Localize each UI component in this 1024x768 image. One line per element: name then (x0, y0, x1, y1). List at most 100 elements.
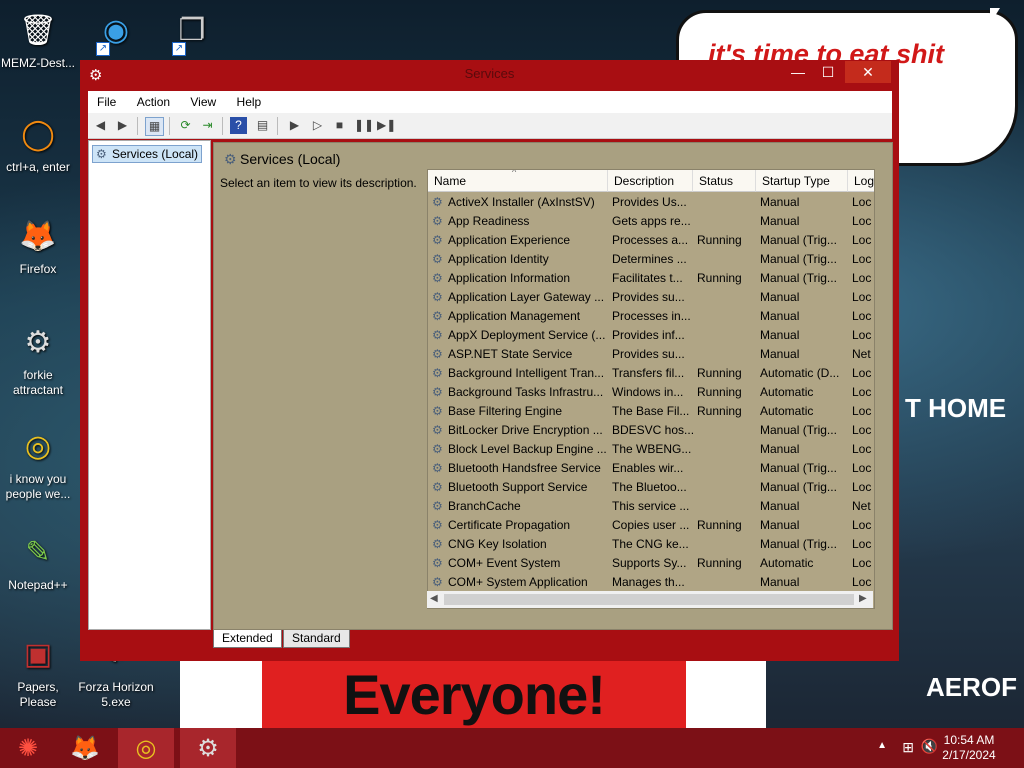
service-startup-type: Manual (Trig... (760, 271, 837, 285)
maximize-button[interactable]: ☐ (813, 61, 843, 83)
taskbar-firefox[interactable]: 🦊 (57, 728, 113, 768)
table-row[interactable]: ⚙ App Readiness Gets apps re... Manual Loc (428, 212, 874, 231)
taskbar-clock[interactable]: 10:54 AM 2/17/2024 (934, 733, 1004, 763)
service-startup-type: Manual (760, 518, 800, 532)
table-row[interactable]: ⚙ Bluetooth Support Service The Bluetoo...… (428, 478, 874, 497)
service-description: Provides inf... (612, 328, 685, 342)
desktop-icon-recycle-bin[interactable]: 🗑 MEMZ-Dest... (0, 8, 76, 71)
restart-service-icon[interactable]: ▶❚ (377, 117, 396, 134)
table-row[interactable]: ⚙ Bluetooth Handsfree Service Enables wir.… (428, 459, 874, 478)
column-header-log-on-as[interactable]: Log (848, 170, 874, 192)
export-list-icon[interactable]: ⇥ (199, 117, 216, 134)
service-startup-type: Manual (760, 290, 800, 304)
service-gear-icon: ⚙ (432, 366, 443, 380)
services-header-icon: ⚙ (224, 151, 237, 167)
table-row[interactable]: ⚙ BranchCache This service ... Manual Net (428, 497, 874, 516)
menu-action[interactable]: Action (128, 91, 178, 109)
taskbar-chrome[interactable]: ◎ (118, 728, 174, 768)
menu-file[interactable]: File (88, 91, 124, 109)
desktop-icon-edge[interactable]: ◉ ↗ (78, 8, 154, 56)
service-gear-icon: ⚙ (432, 271, 443, 285)
minimize-button[interactable]: — (783, 61, 813, 83)
table-row[interactable]: ⚙ Application Experience Processes a... Run… (428, 231, 874, 250)
horizontal-scrollbar[interactable]: ◀ ▶ (427, 591, 873, 608)
pause-service-icon[interactable]: ❚❚ (354, 117, 374, 134)
menu-view[interactable]: View (181, 91, 224, 109)
desktop-icon-firefox[interactable]: 🦊 Firefox (0, 214, 76, 277)
desktop-icon-notepadpp[interactable]: ✎ Notepad++ (0, 530, 76, 593)
horizontal-scroll-thumb[interactable] (444, 594, 854, 605)
table-row[interactable]: ⚙ AppX Deployment Service (... Provides in… (428, 326, 874, 345)
service-name: ⚙ COM+ Event System (432, 554, 608, 573)
service-name: ⚙ Certificate Propagation (432, 516, 608, 535)
service-name-text: Certificate Propagation (448, 518, 571, 532)
service-name: ⚙ Application Identity (432, 250, 608, 269)
service-gear-icon: ⚙ (432, 214, 443, 228)
refresh-icon[interactable]: ⟳ (177, 117, 194, 134)
column-header-startup-type[interactable]: Startup Type (756, 170, 848, 192)
service-description: Gets apps re... (612, 214, 691, 228)
tab-standard[interactable]: Standard (283, 630, 350, 648)
desktop-icon-windows[interactable]: ❐ ↗ (154, 8, 230, 56)
service-status: Running (697, 404, 742, 418)
table-row[interactable]: ⚙ Application Layer Gateway ... Provides s… (428, 288, 874, 307)
properties-icon[interactable]: ▤ (254, 117, 271, 134)
table-row[interactable]: ⚙ Base Filtering Engine The Base Fil... Run… (428, 402, 874, 421)
service-log-on-as: Loc (852, 195, 872, 209)
service-name-text: Application Identity (448, 252, 549, 266)
scroll-right-icon[interactable]: ▶ (859, 593, 867, 604)
stop-service-icon[interactable]: ■ (331, 117, 348, 134)
desktop-icon-chrome[interactable]: ◎ i know you people we... (0, 424, 76, 502)
table-row[interactable]: ⚙ CNG Key Isolation The CNG ke... Manual (T… (428, 535, 874, 554)
service-name-text: Block Level Backup Engine ... (448, 442, 607, 456)
desktop-icon-forkie[interactable]: ⚙ forkie attractant (0, 320, 76, 398)
table-row[interactable]: ⚙ Certificate Propagation Copies user ... R… (428, 516, 874, 535)
recycle-bin-icon: 🗑 (18, 13, 58, 47)
desktop-icon-label: i know you people we... (5, 472, 71, 501)
chrome-icon: ◎ (24, 429, 52, 463)
menu-help[interactable]: Help (228, 91, 270, 109)
services-list[interactable]: Name ^ Description Status Startup Type L… (427, 169, 875, 609)
table-row[interactable]: ⚙ Background Tasks Infrastru... Windows in… (428, 383, 874, 402)
table-row[interactable]: ⚙ BitLocker Drive Encryption ... BDESVC ho… (428, 421, 874, 440)
taskbar-services[interactable]: ⚙ (180, 728, 236, 768)
chevron-up-icon[interactable]: ▲ (877, 740, 887, 751)
service-description: Provides su... (612, 347, 685, 361)
toolbar-separator (137, 117, 138, 135)
start-service-alt-icon[interactable]: ▷ (309, 117, 326, 134)
table-row[interactable]: ⚙ Application Identity Determines ... Manua… (428, 250, 874, 269)
window-titlebar[interactable]: ⚙ Services — ☐ ✕ (80, 60, 899, 88)
column-header-name[interactable]: Name (428, 170, 608, 192)
table-row[interactable]: ⚙ Block Level Backup Engine ... The WBENG.… (428, 440, 874, 459)
table-row[interactable]: ⚙ COM+ Event System Supports Sy... Running A… (428, 554, 874, 573)
desktop-icon-papers-please[interactable]: ▣ Papers, Please (0, 632, 76, 710)
tab-extended[interactable]: Extended (213, 630, 282, 648)
table-row[interactable]: ⚙ Application Information Facilitates t...… (428, 269, 874, 288)
scroll-left-icon[interactable]: ◀ (430, 593, 438, 604)
back-arrow-icon[interactable]: ◀ (92, 117, 109, 134)
table-row[interactable]: ⚙ ASP.NET State Service Provides su... Manu… (428, 345, 874, 364)
table-row[interactable]: ⚙ COM+ System Application Manages th... Man… (428, 573, 874, 592)
start-service-icon[interactable]: ▶ (286, 117, 303, 134)
show-hide-console-tree-icon[interactable]: ▦ (145, 117, 164, 136)
service-gear-icon: ⚙ (432, 309, 443, 323)
table-row[interactable]: ⚙ ActiveX Installer (AxInstSV) Provides Us… (428, 193, 874, 212)
close-button[interactable]: ✕ (845, 61, 891, 83)
column-header-status[interactable]: Status (693, 170, 756, 192)
forward-arrow-icon[interactable]: ▶ (114, 117, 131, 134)
table-row[interactable]: ⚙ Background Intelligent Tran... Transfers… (428, 364, 874, 383)
desktop-icon-ctrl-a[interactable]: ◯ ctrl+a, enter (0, 112, 76, 175)
table-row[interactable]: ⚙ Application Management Processes in... Ma… (428, 307, 874, 326)
start-button[interactable]: ✺ (0, 728, 56, 768)
wallpaper-banner-text: Everyone! (343, 663, 606, 726)
column-header-description[interactable]: Description (608, 170, 693, 192)
service-log-on-as: Loc (852, 385, 872, 399)
vertical-scrollbar[interactable]: ▲ ▼ (874, 170, 875, 584)
network-icon[interactable]: ⊞ (902, 739, 914, 756)
shortcut-arrow-icon: ↗ (96, 42, 110, 56)
service-name: ⚙ Bluetooth Handsfree Service (432, 459, 608, 478)
service-startup-type: Manual (Trig... (760, 537, 837, 551)
service-name-text: BitLocker Drive Encryption ... (448, 423, 603, 437)
tree-node-services-local[interactable]: ⚙ Services (Local) (92, 145, 203, 163)
help-icon[interactable]: ? (230, 117, 247, 134)
